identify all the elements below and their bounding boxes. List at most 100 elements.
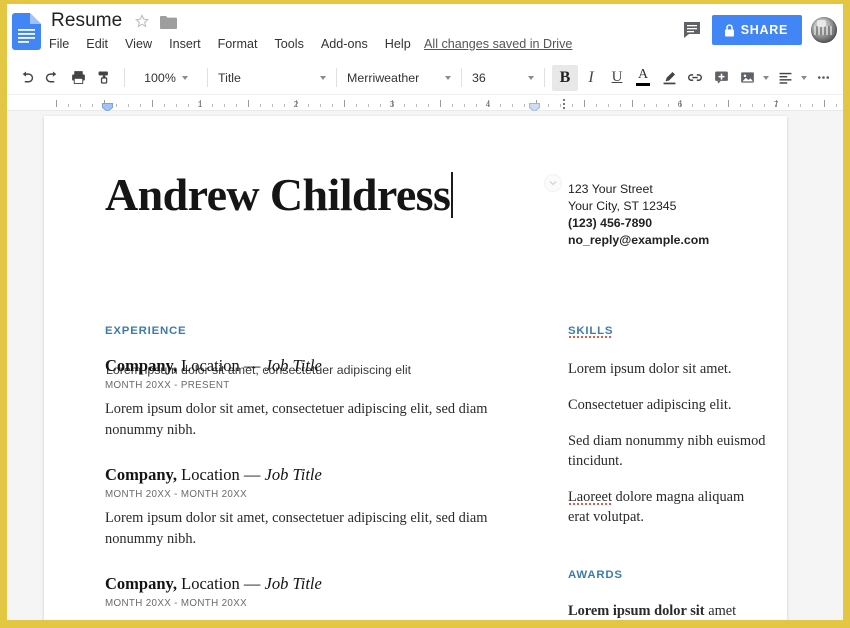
font-family-select[interactable]: Merriweather: [344, 66, 454, 90]
ruler-tick: [836, 104, 837, 107]
menu-item-help[interactable]: Help: [385, 35, 420, 53]
ruler-tick: [152, 100, 153, 107]
align-options-chevron-icon[interactable]: [798, 65, 810, 91]
font-size-select[interactable]: 36: [469, 66, 537, 90]
ruler-tick: [632, 100, 633, 107]
avatar[interactable]: [811, 17, 837, 43]
chevron-down-icon: [320, 75, 326, 80]
text-color-button[interactable]: A: [630, 65, 656, 91]
app-header: Resume File Edit View Insert Format Tool…: [7, 4, 843, 61]
award-rest-text: amet: [704, 603, 737, 619]
experience-entry[interactable]: Company, Location — Job Title MONTH 20XX…: [105, 465, 505, 550]
ruler[interactable]: 1 2 3 4 6 7: [7, 95, 843, 113]
job-dash: —: [243, 573, 261, 593]
skill-item[interactable]: Consectetuer adipiscing elit.: [568, 395, 768, 415]
chevron-down-icon: [445, 75, 451, 80]
paint-format-icon[interactable]: [91, 65, 117, 91]
ruler-tick: [92, 104, 93, 107]
google-docs-icon[interactable]: [12, 13, 41, 50]
ruler-tick: [704, 104, 705, 107]
zoom-select[interactable]: 100%: [132, 66, 200, 90]
ruler-tick: [800, 104, 801, 107]
underline-button[interactable]: U: [604, 65, 630, 91]
menu-item-file[interactable]: File: [49, 35, 78, 53]
skill-item[interactable]: Sed diam nonummy nibh euismod tincidunt.: [568, 431, 768, 471]
table-column-handle-icon[interactable]: [544, 174, 562, 192]
undo-icon[interactable]: [13, 65, 39, 91]
text-cursor: [451, 172, 453, 218]
contact-phone: (123) 456-7890: [568, 216, 653, 230]
ruler-tick: [176, 104, 177, 107]
ruler-number: 4: [485, 99, 491, 109]
menu-item-insert[interactable]: Insert: [169, 35, 210, 53]
add-comment-icon[interactable]: [708, 65, 734, 91]
save-status[interactable]: All changes saved in Drive: [424, 37, 572, 51]
ruler-tick: [224, 104, 225, 107]
menu-item-format[interactable]: Format: [218, 35, 267, 53]
skill-item[interactable]: Laoreet dolore magna aliquam erat volutp…: [568, 487, 768, 527]
job-location: Location: [181, 573, 240, 593]
edit-pencil-icon[interactable]: [836, 65, 843, 91]
toolbar-divider: [461, 68, 462, 87]
ruler-tick: [584, 100, 585, 107]
text-color-label: A: [637, 67, 649, 82]
image-options-chevron-icon[interactable]: [760, 65, 772, 91]
ruler-tick: [788, 104, 789, 107]
more-options-icon[interactable]: [810, 65, 836, 91]
experience-entry[interactable]: Company, Location — Job Title MONTH 20XX…: [105, 573, 505, 620]
menu-item-addons[interactable]: Add-ons: [321, 35, 377, 53]
lock-icon: [724, 23, 735, 37]
ruler-tick: [308, 104, 309, 107]
italic-button[interactable]: I: [578, 65, 604, 91]
paragraph-style-select[interactable]: Title: [215, 66, 329, 90]
resume-name-text: Andrew Childress: [105, 169, 451, 220]
bold-button[interactable]: B: [552, 64, 578, 91]
contact-city: Your City, ST 12345: [568, 199, 677, 213]
section-heading-experience: EXPERIENCE: [105, 325, 187, 337]
experience-entry[interactable]: Company, Location — Job Title MONTH 20XX…: [105, 356, 505, 441]
award-bold-text: Lorem ipsum dolor sit: [568, 603, 705, 619]
ruler-tick: [716, 104, 717, 107]
document-page[interactable]: Andrew Childress Lorem ipsum dolor sit a…: [44, 116, 787, 620]
job-dash: —: [243, 356, 261, 375]
ruler-tick: [440, 100, 441, 107]
redo-icon[interactable]: [39, 65, 65, 91]
toolbar-divider: [544, 68, 545, 87]
resume-name[interactable]: Andrew Childress: [105, 172, 453, 218]
italic-label: I: [588, 68, 594, 86]
ruler-tick: [248, 100, 249, 107]
document-title[interactable]: Resume: [49, 9, 124, 33]
ruler-tick: [80, 104, 81, 107]
ruler-tick: [68, 104, 69, 107]
menu-item-view[interactable]: View: [125, 35, 161, 53]
menu-item-edit[interactable]: Edit: [86, 35, 117, 53]
folder-icon[interactable]: [160, 15, 178, 29]
ruler-number: 1: [197, 99, 203, 109]
job-company: Company,: [105, 573, 177, 593]
star-outline-icon[interactable]: [134, 13, 150, 29]
highlight-icon[interactable]: [656, 65, 682, 91]
toolbar-divider: [124, 68, 125, 87]
left-indent-marker[interactable]: [102, 99, 113, 113]
award-item[interactable]: Lorem ipsum dolor sit amet Consectetuer …: [568, 601, 768, 620]
ruler-tick: [596, 104, 597, 107]
contact-block[interactable]: 123 Your Street Your City, ST 12345 (123…: [568, 181, 709, 249]
right-indent-marker[interactable]: [529, 99, 540, 113]
align-left-icon[interactable]: [772, 65, 798, 91]
column-break-marker[interactable]: [562, 97, 566, 109]
comment-icon[interactable]: [681, 19, 703, 41]
ruler-tick: [692, 104, 693, 107]
menu-bar: File Edit View Insert Format Tools Add-o…: [49, 35, 428, 53]
skill-item[interactable]: Lorem ipsum dolor sit amet.: [568, 359, 768, 379]
toolbar-divider: [207, 68, 208, 87]
job-title-line: Company, Location — Job Title: [105, 573, 505, 594]
ruler-tick: [380, 104, 381, 107]
ruler-tick: [56, 100, 57, 107]
menu-item-tools[interactable]: Tools: [274, 35, 312, 53]
ruler-tick: [356, 104, 357, 107]
print-icon[interactable]: [65, 65, 91, 91]
job-dates: MONTH 20XX - MONTH 20XX: [105, 488, 247, 500]
link-icon[interactable]: [682, 65, 708, 91]
share-button[interactable]: SHARE: [711, 15, 802, 45]
image-icon[interactable]: [734, 65, 760, 91]
